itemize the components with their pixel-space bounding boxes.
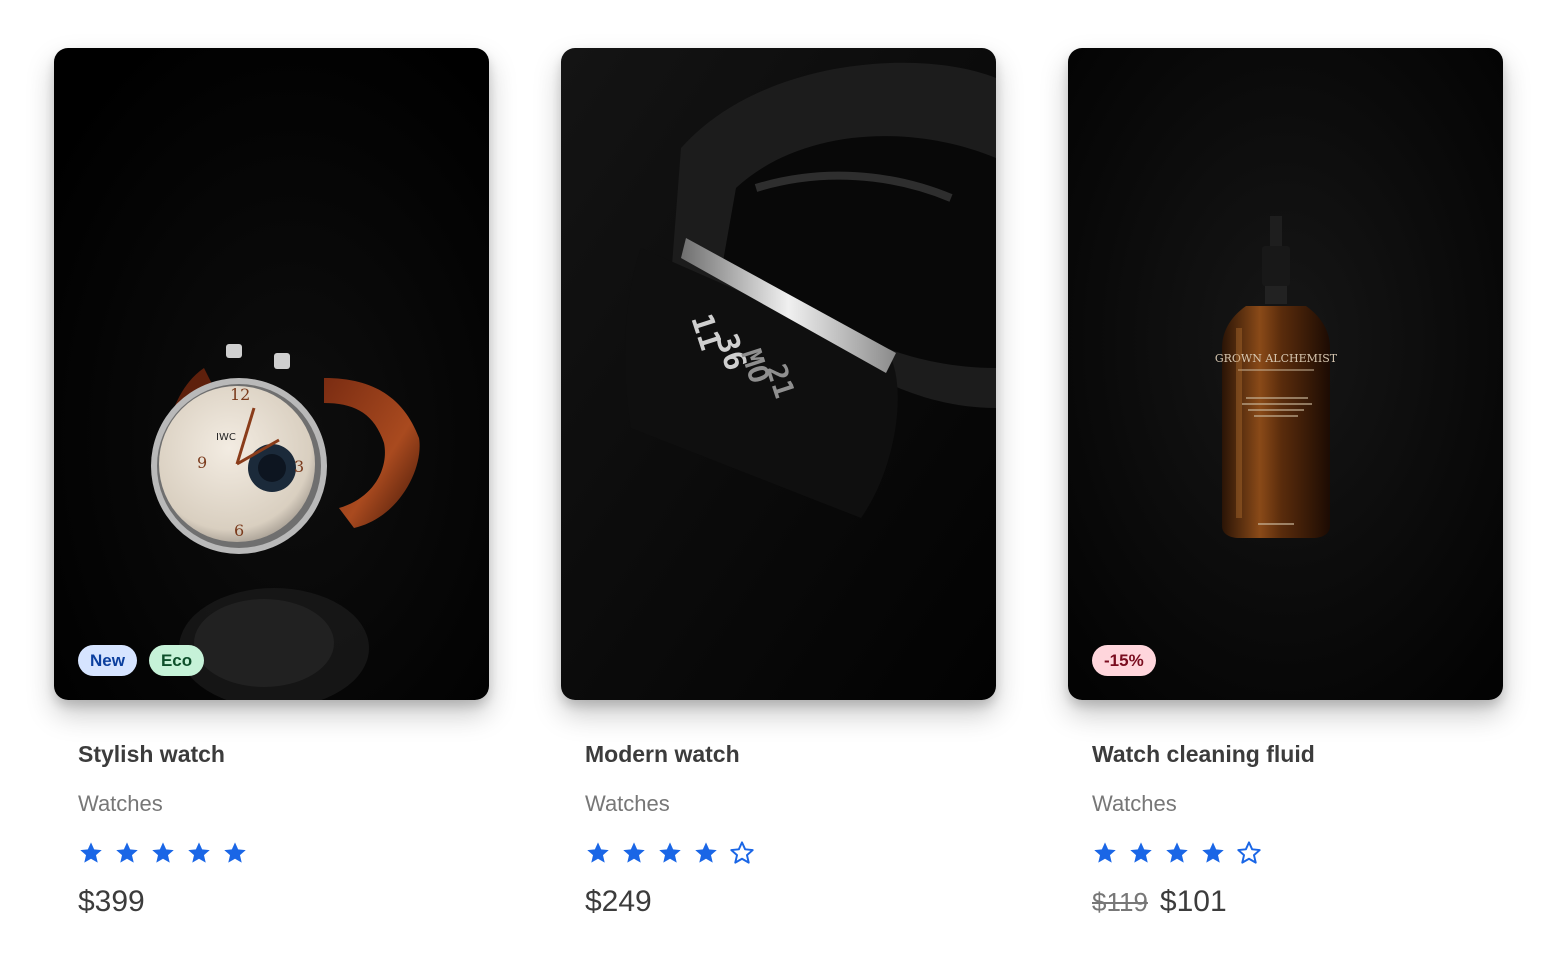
star-filled-icon (1200, 840, 1226, 866)
star-filled-icon (114, 840, 140, 866)
original-price: $119 (1092, 887, 1148, 917)
star-filled-icon (657, 840, 683, 866)
product-card[interactable]: 12 9 3 6 IWC New Eco Stylish watch Watch… (54, 48, 489, 920)
product-title[interactable]: Modern watch (585, 740, 996, 768)
watch-photo: 12 9 3 6 IWC (54, 48, 489, 700)
product-price: $101 (1159, 885, 1227, 918)
badge-group: New Eco (78, 645, 205, 676)
badge-discount: -15% (1092, 645, 1156, 676)
svg-text:IWC: IWC (216, 432, 236, 443)
star-filled-icon (1092, 840, 1118, 866)
product-grid: 12 9 3 6 IWC New Eco Stylish watch Watch… (54, 48, 1504, 948)
product-title[interactable]: Stylish watch (78, 740, 489, 768)
product-price: $249 (585, 885, 652, 918)
star-filled-icon (621, 840, 647, 866)
badge-eco: Eco (148, 645, 205, 676)
star-outline-icon (1236, 840, 1262, 866)
star-filled-icon (693, 840, 719, 866)
svg-text:12: 12 (230, 385, 250, 404)
star-filled-icon (186, 840, 212, 866)
star-filled-icon (1128, 840, 1154, 866)
svg-text:9: 9 (197, 453, 207, 472)
star-filled-icon (585, 840, 611, 866)
product-category: Watches (78, 791, 163, 816)
product-category: Watches (585, 791, 670, 816)
product-image[interactable]: 11 36 MO 21 (561, 48, 996, 700)
svg-text:GROWN ALCHEMIST: GROWN ALCHEMIST (1215, 352, 1338, 365)
product-title[interactable]: Watch cleaning fluid (1092, 740, 1503, 768)
rating-stars (78, 840, 489, 866)
svg-text:3: 3 (294, 457, 304, 476)
product-card[interactable]: GROWN ALCHEMIST -15% Watch cleaning flui… (1068, 48, 1503, 920)
svg-text:6: 6 (234, 521, 244, 540)
star-filled-icon (78, 840, 104, 866)
product-image[interactable]: GROWN ALCHEMIST -15% (1068, 48, 1503, 700)
star-outline-icon (729, 840, 755, 866)
rating-stars (1092, 840, 1503, 866)
product-category: Watches (1092, 791, 1177, 816)
star-filled-icon (150, 840, 176, 866)
band-photo: 11 36 MO 21 (561, 48, 996, 700)
product-card[interactable]: 11 36 MO 21 Modern watch Watches $249 (561, 48, 996, 920)
star-filled-icon (222, 840, 248, 866)
rating-stars (585, 840, 996, 866)
bottle-photo: GROWN ALCHEMIST (1068, 48, 1503, 700)
product-price: $399 (78, 885, 145, 918)
badge-group: -15% (1092, 645, 1156, 676)
product-image[interactable]: 12 9 3 6 IWC New Eco (54, 48, 489, 700)
star-filled-icon (1164, 840, 1190, 866)
badge-new: New (78, 645, 137, 676)
